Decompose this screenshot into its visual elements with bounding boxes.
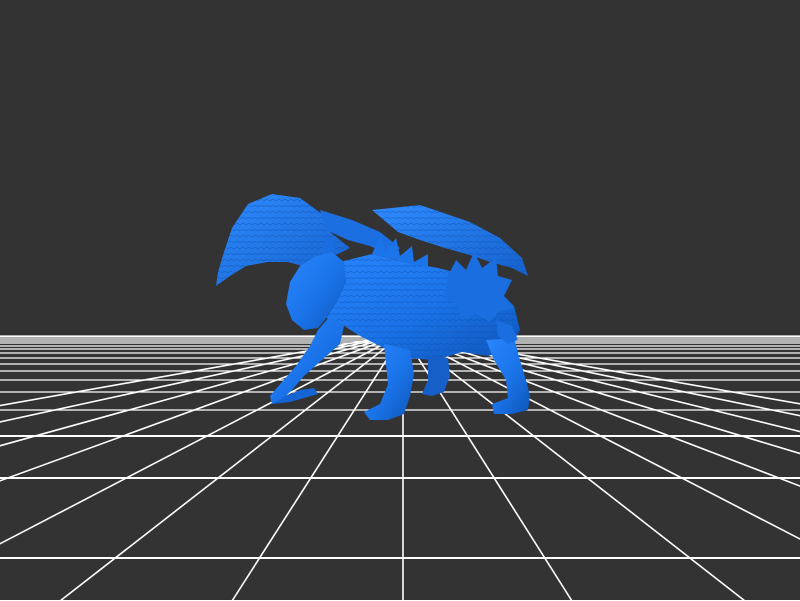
grid-line-radial xyxy=(59,334,404,601)
grid-line-radial xyxy=(0,334,404,407)
grid-line-radial xyxy=(0,334,404,482)
scene-canvas[interactable] xyxy=(0,0,800,601)
grid-line-radial xyxy=(402,334,746,601)
grid-line-radial xyxy=(0,334,404,447)
grid-line-radial xyxy=(402,334,800,417)
dragon-far-leg xyxy=(422,356,450,396)
3d-viewport[interactable] xyxy=(0,0,800,601)
grid-line-radial xyxy=(0,334,404,545)
dragon-model[interactable] xyxy=(216,194,530,420)
grid-line-radial xyxy=(0,334,404,423)
